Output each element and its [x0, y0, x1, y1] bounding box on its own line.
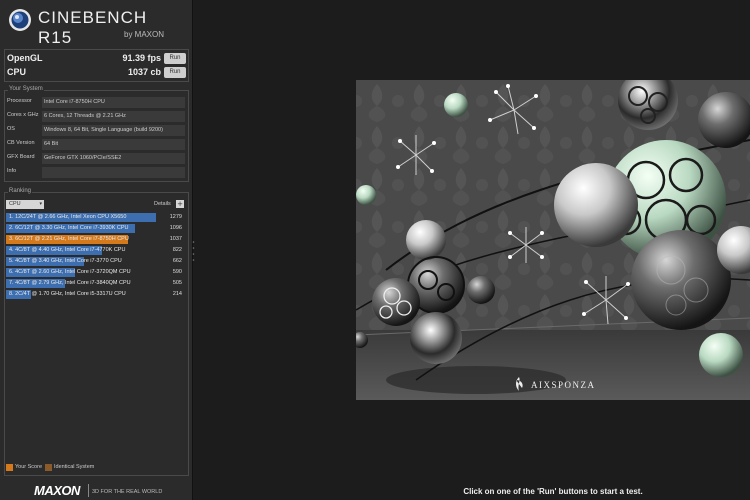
legend-identical: Identical System	[45, 464, 94, 471]
ranking-dropdown[interactable]: CPU ▾	[6, 200, 44, 209]
benchmark-cpu: CPU 1037 cb Run	[6, 67, 186, 81]
system-value: GeForce GTX 1060/PCIe/SSE2	[42, 153, 185, 164]
details-label: Details	[154, 201, 171, 207]
ranking-row[interactable]: 8. 2C/4T @ 1.70 GHz, Intel Core i5-3317U…	[6, 290, 184, 299]
app-logo: CINEBENCH R15 by MAXON	[6, 6, 186, 47]
benchmark-label: OpenGL	[7, 53, 43, 63]
app-title: CINEBENCH R15	[38, 8, 148, 47]
ranking-score: 214	[172, 291, 182, 297]
ranking-row[interactable]: 3. 6C/12T @ 2.21 GHz, Intel Core i7-8750…	[6, 235, 184, 244]
system-key: Cores x GHz	[7, 112, 39, 118]
system-value: 64 Bit	[42, 139, 185, 150]
ranking-row[interactable]: 6. 4C/8T @ 2.60 GHz, Intel Core i7-3720Q…	[6, 268, 184, 277]
ranking-title: Ranking	[8, 188, 33, 194]
legend-label: Identical System	[54, 464, 95, 470]
ranking-label: 6. 4C/8T @ 2.60 GHz, Intel Core i7-3720Q…	[9, 269, 131, 275]
ranking-row[interactable]: 2. 6C/12T @ 3.30 GHz, Intel Core i7-3930…	[6, 224, 184, 233]
footer: MAXON 3D FOR THE REAL WORLD	[0, 480, 193, 500]
svg-text:AIXSPONZA: AIXSPONZA	[531, 380, 596, 390]
system-title: Your System	[8, 86, 44, 92]
ranking-score: 505	[172, 280, 182, 286]
ranking-dropdown-value: CPU	[9, 201, 21, 207]
system-row: CB Version 64 Bit	[6, 139, 185, 150]
ranking-score: 822	[172, 247, 182, 253]
benchmark-label: CPU	[7, 67, 27, 77]
ranking-label: 8. 2C/4T @ 1.70 GHz, Intel Core i5-3317U…	[9, 291, 126, 297]
system-value: Windows 8, 64 Bit, Single Language (buil…	[42, 125, 185, 136]
system-key: Processor	[7, 98, 32, 104]
app-byline: by MAXON	[124, 30, 165, 39]
system-key: OS	[7, 126, 15, 132]
maxon-logo: MAXON	[34, 483, 80, 498]
ranking-label: 5. 4C/8T @ 3.40 GHz, Intel Core i7-3770 …	[9, 258, 122, 264]
system-key: CB Version	[7, 140, 35, 146]
control-panel: CINEBENCH R15 by MAXON OpenGL 91.39 fps …	[0, 0, 193, 500]
benchmark-value: 1037 cb	[127, 67, 161, 77]
render-image: AIXSPONZA	[356, 80, 750, 400]
ranking-label: 3. 6C/12T @ 2.21 GHz, Intel Core i7-8750…	[9, 236, 129, 242]
footer-divider	[88, 484, 89, 497]
benchmark-value: 91.39 fps	[122, 53, 161, 63]
run-cpu-button[interactable]: Run	[164, 67, 186, 78]
ranking-label: 7. 4C/8T @ 2.79 GHz, Intel Core i7-3840Q…	[9, 280, 131, 286]
ranking-score: 1279	[169, 214, 182, 220]
system-value: Intel Core i7-8750H CPU	[42, 97, 185, 108]
system-row: Processor Intel Core i7-8750H CPU	[6, 97, 185, 108]
ranking-row[interactable]: 1. 12C/24T @ 2.66 GHz, Intel Xeon CPU X5…	[6, 213, 184, 222]
system-row: GFX Board GeForce GTX 1060/PCIe/SSE2	[6, 153, 185, 164]
chevron-down-icon: ▾	[39, 201, 42, 207]
system-row: OS Windows 8, 64 Bit, Single Language (b…	[6, 125, 185, 136]
legend-your-score: Your Score	[6, 464, 42, 471]
info-field[interactable]	[42, 167, 185, 178]
system-row: Cores x GHz 6 Cores, 12 Threads @ 2.21 G…	[6, 111, 185, 122]
legend-swatch-identical	[45, 464, 52, 471]
resize-handle[interactable]	[192, 238, 195, 266]
ranking-score: 590	[172, 269, 182, 275]
ranking-score: 1037	[169, 236, 182, 242]
run-opengl-button[interactable]: Run	[164, 53, 186, 64]
legend-label: Your Score	[15, 464, 43, 470]
ranking-score: 1096	[169, 225, 182, 231]
legend-swatch-your-score	[6, 464, 13, 471]
footer-tagline: 3D FOR THE REAL WORLD	[92, 489, 163, 495]
ranking-row[interactable]: 5. 4C/8T @ 3.40 GHz, Intel Core i7-3770 …	[6, 257, 184, 266]
ranking-row[interactable]: 7. 4C/8T @ 2.79 GHz, Intel Core i7-3840Q…	[6, 279, 184, 288]
system-value: 6 Cores, 12 Threads @ 2.21 GHz	[42, 111, 185, 122]
ranking-label: 2. 6C/12T @ 3.30 GHz, Intel Core i7-3930…	[9, 225, 129, 231]
render-viewport: AIXSPONZA	[356, 80, 750, 400]
details-button[interactable]: +	[176, 200, 184, 208]
system-key: GFX Board	[7, 154, 35, 160]
ranking-label: 4. 4C/8T @ 4.40 GHz, Intel Core i7-4770K…	[9, 247, 126, 253]
ranking-label: 1. 12C/24T @ 2.66 GHz, Intel Xeon CPU X5…	[9, 214, 127, 220]
cinema4d-logo-icon	[9, 9, 31, 31]
status-message: Click on one of the 'Run' buttons to sta…	[463, 487, 643, 496]
system-key: Info	[7, 168, 17, 174]
system-row: Info	[6, 167, 185, 178]
ranking-row[interactable]: 4. 4C/8T @ 4.40 GHz, Intel Core i7-4770K…	[6, 246, 184, 255]
benchmark-opengl: OpenGL 91.39 fps Run	[6, 53, 186, 67]
ranking-score: 662	[172, 258, 182, 264]
